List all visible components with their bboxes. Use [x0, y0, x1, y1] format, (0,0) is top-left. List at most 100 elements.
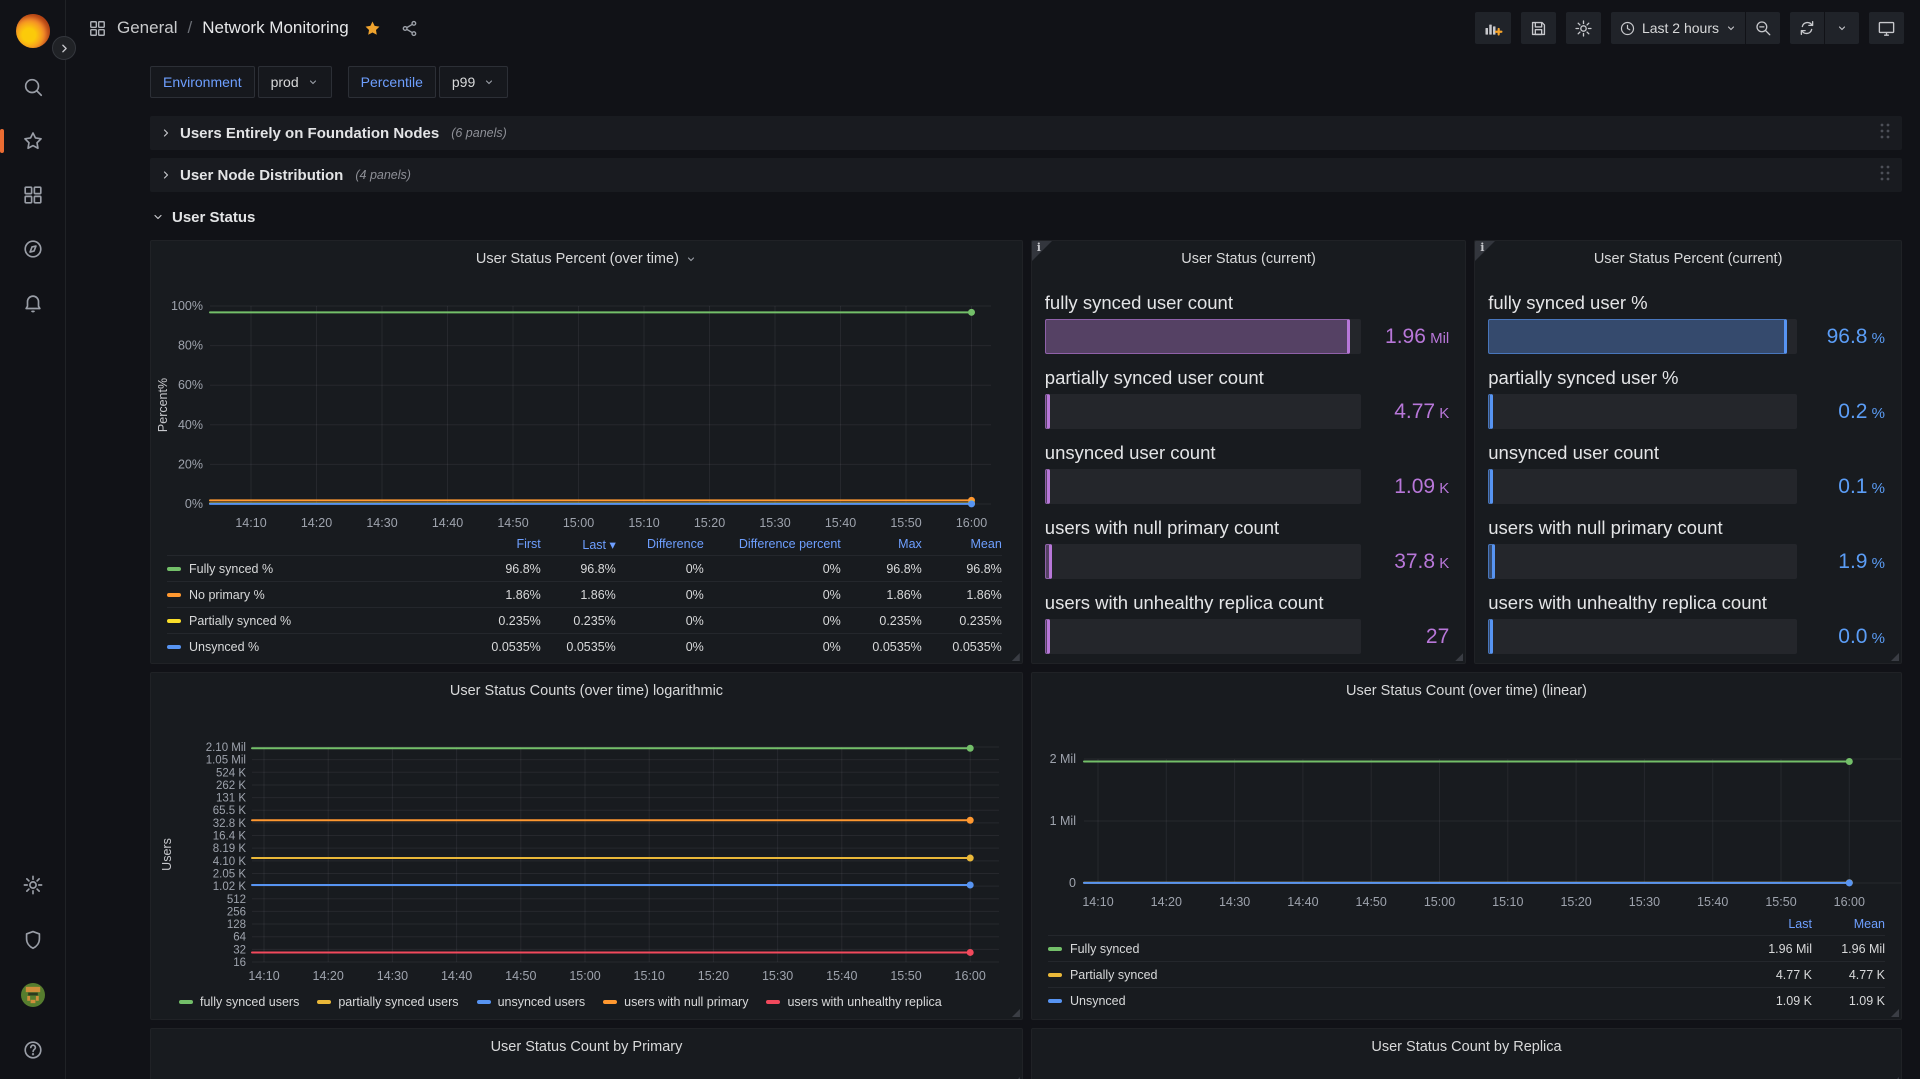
panel-title[interactable]: User Status Count by Primary: [151, 1029, 1022, 1065]
legend-column-max[interactable]: Max: [841, 537, 922, 551]
app: General / Network Monitoring: [0, 0, 1920, 1079]
gauge-label: fully synced user count: [1045, 291, 1449, 315]
row-drag-handle[interactable]: [1878, 121, 1892, 146]
row-drag-handle[interactable]: [1878, 163, 1892, 188]
bar-gauge-body: fully synced user %96.8 %partially synce…: [1475, 277, 1901, 654]
svg-text:256: 256: [227, 906, 246, 918]
star-icon: [22, 130, 44, 152]
sidebar-item-help[interactable]: [16, 1033, 50, 1067]
legend-column-difference[interactable]: Difference: [616, 537, 704, 551]
svg-text:15:20: 15:20: [1560, 895, 1591, 909]
timeseries-plot[interactable]: 2.10 Mil1.05 Mil524 K262 K131 K65.5 K32.…: [151, 673, 1022, 1019]
legend-column-last[interactable]: Last: [1734, 917, 1812, 931]
variable-percentile-label: Percentile: [348, 66, 436, 98]
svg-text:40%: 40%: [178, 418, 203, 432]
add-panel-button[interactable]: [1475, 12, 1511, 44]
row-users-entirely-on-foundation-nodes[interactable]: Users Entirely on Foundation Nodes (6 pa…: [150, 116, 1902, 150]
grip-dots-icon: [1878, 121, 1892, 141]
gauge-track[interactable]: [1045, 544, 1361, 579]
legend-series-name[interactable]: Unsynced %: [167, 640, 461, 654]
panel-info-corner[interactable]: [1475, 241, 1495, 261]
save-dashboard-button[interactable]: [1521, 12, 1556, 44]
svg-text:14:10: 14:10: [1082, 895, 1113, 909]
panel-user-status-percent-over-time: User Status Percent (over time) 100%80%6…: [150, 240, 1023, 664]
chevron-right-icon: [160, 127, 172, 139]
legend-series-name[interactable]: Unsynced: [1048, 994, 1734, 1008]
refresh-button[interactable]: [1790, 12, 1824, 44]
sidebar-item-explore[interactable]: [16, 232, 50, 266]
gauge-track[interactable]: [1488, 619, 1797, 654]
zoom-out-button[interactable]: [1746, 12, 1780, 44]
svg-text:14:50: 14:50: [505, 969, 536, 983]
row-user-node-distribution[interactable]: User Node Distribution (4 panels): [150, 158, 1902, 192]
legend-column-difference-percent[interactable]: Difference percent: [704, 537, 841, 551]
gauge-track[interactable]: [1045, 469, 1361, 504]
refresh-interval-button[interactable]: [1825, 12, 1859, 44]
variable-environment-label: Environment: [150, 66, 255, 98]
panel-title[interactable]: User Status (current): [1032, 241, 1465, 277]
svg-text:0: 0: [1069, 876, 1076, 890]
gauge-fill: [1045, 544, 1052, 579]
gauge-track[interactable]: [1488, 319, 1797, 354]
grafana-logo-icon[interactable]: [16, 14, 50, 48]
gauge-track[interactable]: [1488, 544, 1797, 579]
svg-text:14:30: 14:30: [377, 969, 408, 983]
sidebar-item-search[interactable]: [16, 70, 50, 104]
sidebar-item-configuration[interactable]: [16, 868, 50, 902]
panel-info-corner[interactable]: [1032, 241, 1052, 261]
sidebar-item-dashboards[interactable]: [16, 178, 50, 212]
variable-environment-value[interactable]: prod: [258, 66, 332, 98]
sidebar-item-alerting[interactable]: [16, 286, 50, 320]
row-user-status[interactable]: User Status: [150, 200, 1902, 234]
sidebar-item-starred[interactable]: [16, 124, 50, 158]
legend-column-mean[interactable]: Mean: [922, 537, 1002, 551]
dashboard-settings-button[interactable]: [1566, 12, 1601, 44]
legend-column-first[interactable]: First: [461, 537, 541, 551]
legend-series-name[interactable]: users with null primary: [603, 995, 748, 1009]
gauge-track[interactable]: [1045, 319, 1361, 354]
share-button[interactable]: [396, 15, 423, 42]
legend-value: 0%: [704, 588, 841, 602]
sidebar-item-server-admin[interactable]: [16, 923, 50, 957]
legend-series-name[interactable]: Fully synced %: [167, 562, 461, 576]
legend-series-name[interactable]: unsynced users: [477, 995, 586, 1009]
cycle-view-mode-button[interactable]: [1869, 12, 1904, 44]
panel-title[interactable]: User Status Count by Replica: [1032, 1029, 1901, 1065]
legend-value: 96.8%: [841, 562, 922, 576]
gauge-row: 0.1 %: [1488, 469, 1885, 504]
row-title: User Node Distribution: [180, 167, 343, 184]
svg-text:Users: Users: [160, 838, 174, 871]
panel-user-status-count-linear: User Status Count (over time) (linear) 2…: [1031, 672, 1902, 1020]
gauge-row: 37.8 K: [1045, 544, 1449, 579]
legend-value: 0%: [616, 640, 704, 654]
legend-series-name[interactable]: Partially synced %: [167, 614, 461, 628]
legend-series-name[interactable]: Partially synced: [1048, 968, 1734, 982]
dashboard-toolbar: Last 2 hours: [1475, 12, 1904, 44]
breadcrumb-section[interactable]: General: [117, 18, 177, 38]
legend-column-last[interactable]: Last ▾: [541, 537, 616, 552]
gauge-track[interactable]: [1045, 619, 1361, 654]
variable-percentile-value[interactable]: p99: [439, 66, 508, 98]
legend-series-name[interactable]: No primary %: [167, 588, 461, 602]
clock-icon: [1619, 20, 1636, 37]
legend-series-name[interactable]: partially synced users: [317, 995, 458, 1009]
sidebar-item-profile[interactable]: [16, 978, 50, 1012]
panel-row-1: User Status Percent (over time) 100%80%6…: [150, 240, 1902, 664]
legend-series-name[interactable]: users with unhealthy replica: [766, 995, 941, 1009]
gauge-track[interactable]: [1045, 394, 1361, 429]
legend-table: FirstLast ▾DifferenceDifference percentM…: [167, 533, 1002, 659]
svg-text:14:40: 14:40: [441, 969, 472, 983]
favorite-star-button[interactable]: [359, 15, 386, 42]
gauge-track[interactable]: [1488, 469, 1797, 504]
gauge-track[interactable]: [1488, 394, 1797, 429]
panel-user-status-count-by-replica: User Status Count by Replica: [1031, 1028, 1902, 1079]
expand-sidebar-button[interactable]: [52, 36, 76, 60]
monitor-icon: [1877, 19, 1896, 38]
panel-row-3: User Status Count by Primary User Status…: [150, 1028, 1902, 1079]
legend-series-name[interactable]: fully synced users: [179, 995, 299, 1009]
legend-series-name[interactable]: Fully synced: [1048, 942, 1734, 956]
gauge-label: users with null primary count: [1045, 516, 1449, 540]
panel-title[interactable]: User Status Percent (current): [1475, 241, 1901, 277]
time-picker-button[interactable]: Last 2 hours: [1611, 12, 1745, 44]
legend-column-mean[interactable]: Mean: [1812, 917, 1885, 931]
